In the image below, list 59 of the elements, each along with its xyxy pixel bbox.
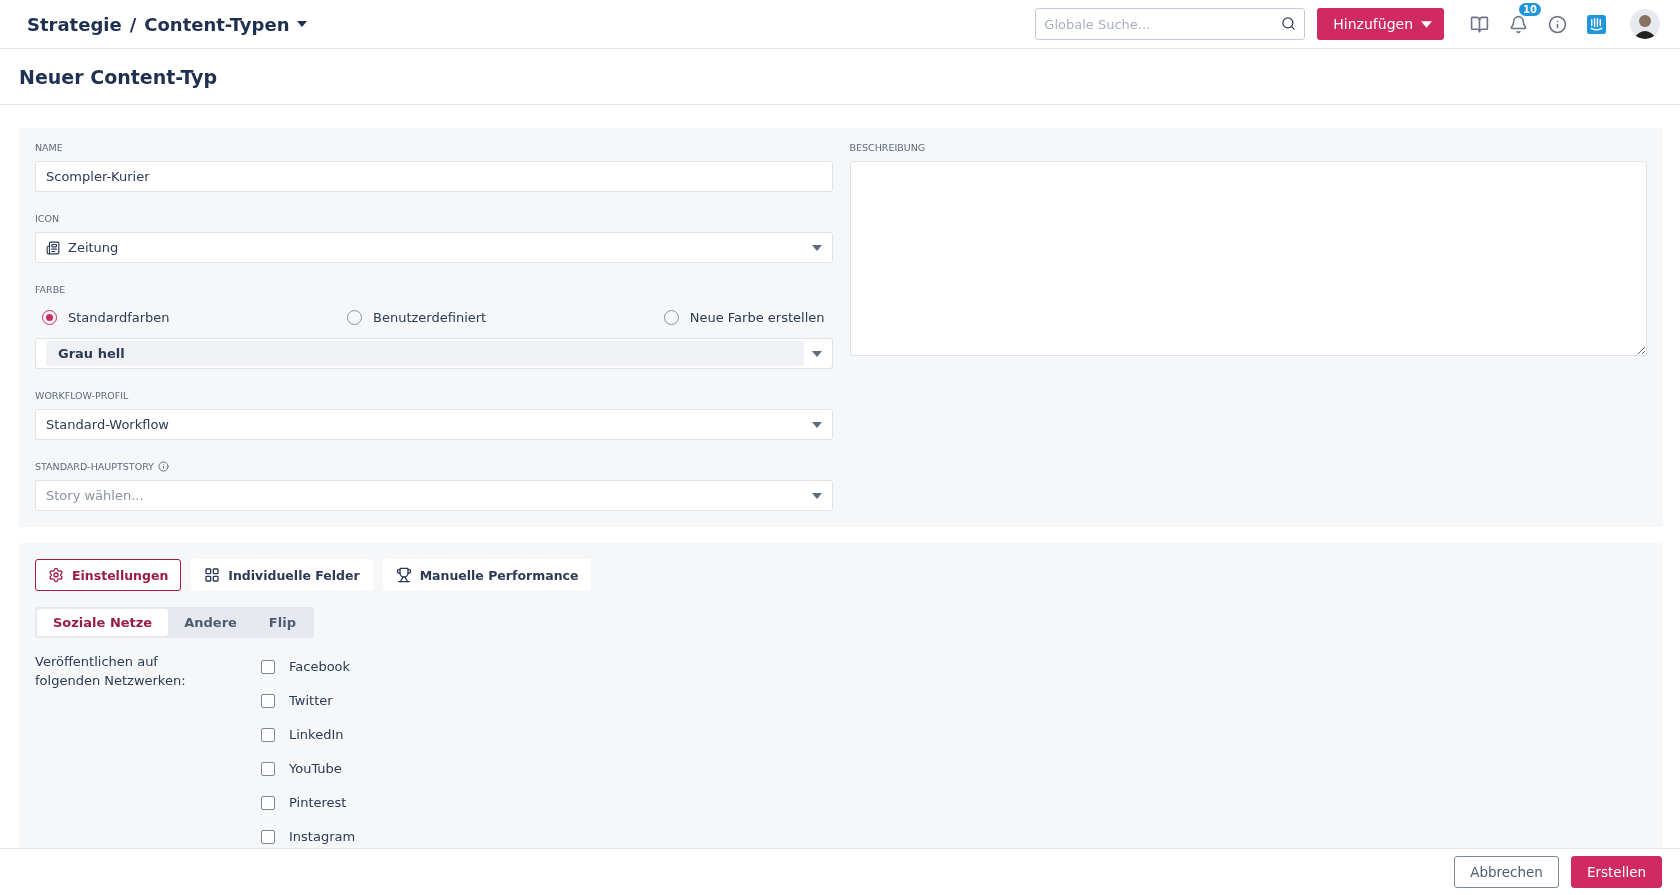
checkbox[interactable] [261,727,275,742]
section-button[interactable]: Individuelle Felder [191,559,373,591]
checkbox[interactable] [261,795,275,810]
icon-select[interactable]: Zeitung [35,232,833,263]
field-label: STANDARD-HAUPTSTORY [35,461,154,472]
caret-icon [811,350,822,357]
tab[interactable]: Soziale Netze [37,609,169,636]
networks-label: Veröffentlichen auf folgenden Netzwerken: [35,653,187,690]
checkbox-label: Pinterest [289,795,347,810]
create-button[interactable]: Erstellen [1570,856,1662,888]
caret-icon [811,492,822,499]
field-label: ICON [35,213,61,224]
color-radio[interactable]: Benutzerdefiniert [347,310,487,325]
checkbox[interactable] [261,693,275,708]
field-label: FARBE [35,284,67,295]
color-radio[interactable]: Standardfarben [42,310,170,325]
chat-app-icon[interactable] [1587,14,1606,34]
search-field[interactable]: Globale Suche... [1035,8,1306,40]
book-icon[interactable] [1470,14,1489,34]
checkbox[interactable] [261,659,275,674]
checkbox[interactable] [261,829,275,844]
checkbox-label: Facebook [289,659,351,674]
tab[interactable]: Flip [252,609,312,636]
breadcrumb-link[interactable]: Content-Typen [144,13,290,35]
checkbox[interactable] [261,761,275,776]
add-button[interactable]: Hinzufügen [1317,8,1444,40]
search-icon [1281,16,1297,31]
description-field[interactable] [849,161,1647,356]
info-icon[interactable] [157,461,169,472]
caret-icon[interactable] [297,21,308,27]
section-button[interactable]: Einstellungen [35,559,182,591]
caret-icon [811,244,822,251]
page-title: Neuer Content-Typ [19,65,218,88]
tab[interactable]: Andere [168,609,253,636]
color-radio[interactable]: Neue Farbe erstellen [663,310,825,325]
breadcrumb-link[interactable]: Strategie [27,13,122,35]
section-icon [204,567,221,583]
checkbox-label: YouTube [289,761,342,776]
section-icon [395,567,412,583]
workflow-select[interactable]: Standard-Workflow [35,409,833,440]
field-label: WORKFLOW-PROFIL [35,390,130,401]
color-select[interactable]: Grau hell [35,338,833,369]
cancel-button[interactable]: Abbrechen [1454,856,1559,888]
notification-badge: 10 [1519,2,1541,16]
section-button[interactable]: Manuelle Performance [382,559,592,591]
breadcrumb-separator: / [129,13,137,35]
section-icon [48,567,64,583]
avatar[interactable] [1630,9,1660,39]
checkbox-label: LinkedIn [289,727,344,742]
field-label: NAME [35,142,64,153]
field-label: BESCHREIBUNG [849,142,927,153]
newspaper-icon [46,240,60,255]
caret-icon [1421,20,1432,28]
notifications-icon[interactable] [1509,14,1528,34]
caret-icon [811,421,822,428]
checkbox-label: Instagram [289,829,356,844]
checkbox-label: Twitter [289,693,333,708]
name-field[interactable]: Scompler-Kurier [35,161,833,192]
info-icon[interactable] [1548,14,1567,34]
